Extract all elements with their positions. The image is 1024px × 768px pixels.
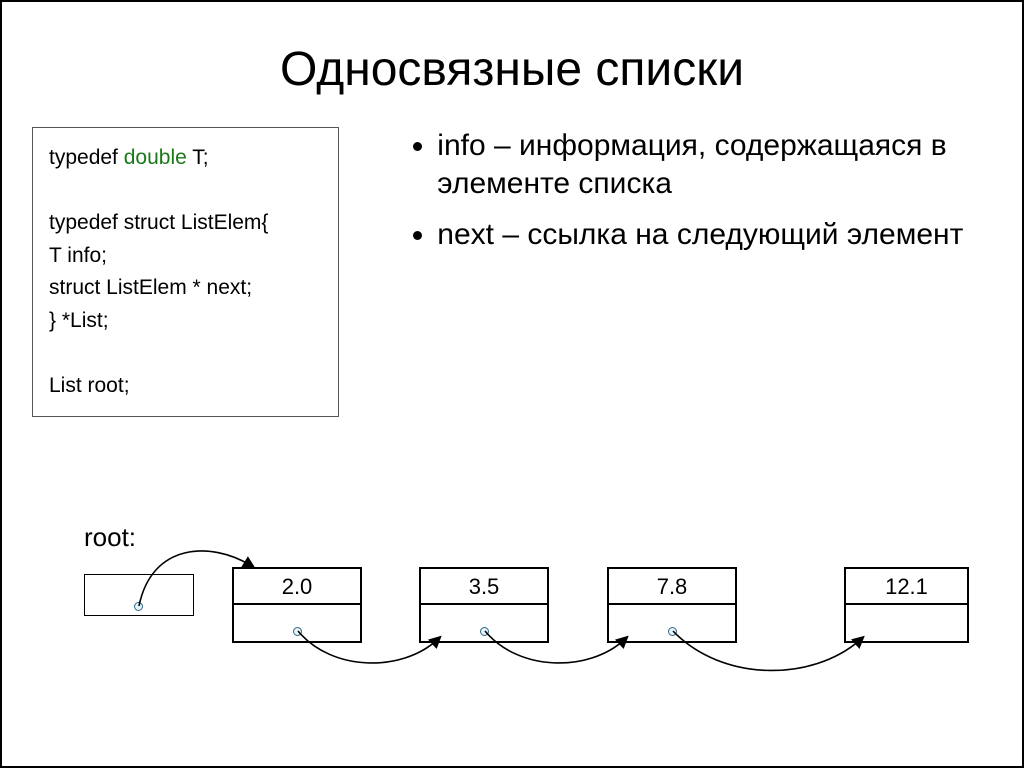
code-text: typedef xyxy=(49,146,124,169)
linked-list-diagram: root: 2.0 3.5 7.8 12.1 xyxy=(2,522,1022,742)
code-text: T; xyxy=(187,146,209,169)
code-keyword: double xyxy=(124,146,187,169)
bullet-item: info – информация, содержащаяся в элемен… xyxy=(437,127,992,202)
code-blank xyxy=(49,337,322,370)
code-line: } *List; xyxy=(49,305,322,338)
code-line: typedef struct ListElem{ xyxy=(49,207,322,240)
pointer-arrows xyxy=(2,522,1024,742)
slide-title: Односвязные списки xyxy=(2,42,1022,97)
code-line: struct ListElem * next; xyxy=(49,272,322,305)
bullet-item: next – ссылка на следующий элемент xyxy=(437,216,992,254)
code-box: typedef double T; typedef struct ListEle… xyxy=(32,127,339,417)
code-line: typedef double T; xyxy=(49,142,322,175)
code-line: List root; xyxy=(49,370,322,403)
bullet-list: info – информация, содержащаяся в элемен… xyxy=(409,127,992,417)
content-area: typedef double T; typedef struct ListEle… xyxy=(2,127,1022,417)
code-blank xyxy=(49,175,322,208)
code-line: T info; xyxy=(49,240,322,273)
slide: Односвязные списки typedef double T; typ… xyxy=(0,0,1024,768)
